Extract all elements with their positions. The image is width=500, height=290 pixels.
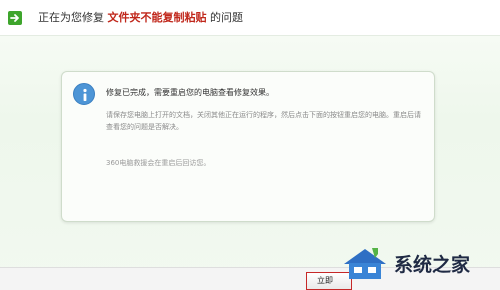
info-icon [73,83,95,105]
header-bar: 正在为您修复 文件夹不能复制粘贴 的问题 [0,0,500,36]
problem-name: 文件夹不能复制粘贴 [107,11,207,24]
message-footnote: 360电脑救援会在重启后回访您。 [106,159,211,167]
arrow-right-icon [8,11,22,25]
house-logo-icon [344,248,386,279]
repair-window: 正在为您修复 文件夹不能复制粘贴 的问题 修复已完成，需要重启您的电脑查看修复效… [0,0,500,290]
message-panel: 修复已完成，需要重启您的电脑查看修复效果。 请保存您电脑上打开的文档，关闭其他正… [61,71,435,222]
header-prefix: 正在为您修复 [38,11,104,24]
header-suffix: 的问题 [210,11,243,24]
watermark-logo: 系统之家 [330,240,500,290]
content-area: 修复已完成，需要重启您的电脑查看修复效果。 请保存您电脑上打开的文档，关闭其他正… [0,37,500,267]
message-title: 修复已完成，需要重启您的电脑查看修复效果。 [106,88,274,97]
watermark-text: 系统之家 [394,254,471,276]
message-body: 请保存您电脑上打开的文档，关闭其他正在运行的程序，然后点击下面的按钮重启您的电脑… [106,111,421,131]
header-title: 正在为您修复 文件夹不能复制粘贴 的问题 [38,10,243,26]
